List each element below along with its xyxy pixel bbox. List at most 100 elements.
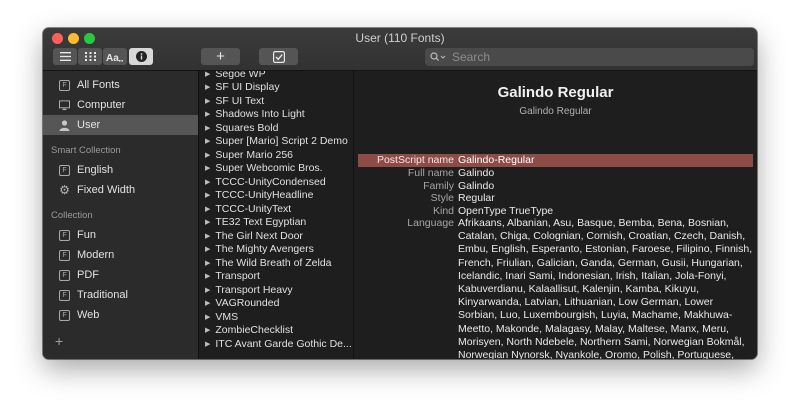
sidebar: F All Fonts Computer User Smart Collecti… [43,71,199,359]
validate-font-button[interactable] [259,48,298,65]
font-list-item[interactable]: ▶ The Mighty Avengers [205,243,353,256]
font-list-item[interactable]: ▶ ZombieChecklist [205,324,353,337]
disclosure-triangle-icon[interactable]: ▶ [205,218,210,226]
disclosure-triangle-icon[interactable]: ▶ [205,313,210,321]
disclosure-triangle-icon[interactable]: ▶ [205,83,210,91]
sidebar-item-label: PDF [77,269,99,281]
font-list-item[interactable]: ▶ Segoe WP [205,71,353,80]
disclosure-triangle-icon[interactable]: ▶ [205,110,210,118]
info-icon [135,51,147,62]
font-list-item[interactable]: ▶ SF UI Text [205,94,353,107]
sidebar-item-pdf[interactable]: F PDF [43,265,198,285]
font-list-item[interactable]: ▶ The Wild Breath of Zelda [205,256,353,269]
info-row-family[interactable]: Family Galindo [354,180,757,193]
search-input[interactable] [450,49,744,65]
font-list-item[interactable]: ▶ The Girl Next Door [205,229,353,242]
disclosure-triangle-icon[interactable]: ▶ [205,178,210,186]
font-list-item[interactable]: ▶ Transport [205,270,353,283]
info-row-full-name[interactable]: Full name Galindo [354,167,757,180]
font-list-item[interactable]: ▶ Super Mario 256 [205,148,353,161]
font-family-name: Transport Heavy [215,283,293,296]
info-key: Full name [407,167,454,179]
sidebar-item-english[interactable]: F English [43,160,198,180]
font-family-name: VMS [215,310,239,323]
sidebar-item-fun[interactable]: F Fun [43,225,198,245]
font-list-item[interactable]: ▶ TE32 Text Egyptian [205,216,353,229]
svg-text:Aa: Aa [106,53,119,62]
sample-view-button[interactable] [53,48,77,65]
search-field[interactable] [425,48,754,66]
font-family-name: ITC Avant Garde Gothic De... [215,337,352,350]
font-list-item[interactable]: ▶ ITC Avant Garde Gothic De... [205,337,353,350]
disclosure-triangle-icon[interactable]: ▶ [205,286,210,294]
info-key: PostScript name [376,154,454,166]
collection-header: Collection [51,210,93,221]
font-list-item[interactable]: ▶ TCCC-UnityText [205,202,353,215]
disclosure-triangle-icon[interactable]: ▶ [205,191,210,199]
sidebar-item-modern[interactable]: F Modern [43,245,198,265]
font-list-item[interactable]: ▶ VMS [205,310,353,323]
font-list-item[interactable]: ▶ Super [Mario] Script 2 Demo [205,135,353,148]
disclosure-triangle-icon[interactable]: ▶ [205,232,210,240]
font-family-name: The Girl Next Door [215,229,303,242]
sidebar-item-web[interactable]: F Web [43,305,198,325]
sidebar-item-traditional[interactable]: F Traditional [43,285,198,305]
font-family-name: TE32 Text Egyptian [215,216,307,228]
font-list-item[interactable]: ▶ VAGRounded [205,297,353,310]
gear-icon: ⚙ [59,183,70,197]
font-family-name: Segoe WP [215,71,266,80]
info-row-postscript-name[interactable]: PostScript name Galindo-Regular [358,154,753,167]
disclosure-triangle-icon[interactable]: ▶ [205,245,210,253]
info-value: Galindo [458,167,495,179]
font-family-name: Super Webcomic Bros. [215,162,323,174]
font-list-item[interactable]: ▶ Shadows Into Light [205,108,353,121]
info-view-button[interactable] [129,48,153,65]
disclosure-triangle-icon[interactable]: ▶ [205,164,210,172]
info-row-style[interactable]: Style Regular [354,192,757,205]
sidebar-item-fixed-width[interactable]: ⚙ Fixed Width [43,180,198,200]
font-family-name: Shadows Into Light [215,108,305,120]
info-row-kind[interactable]: Kind OpenType TrueType [354,205,757,218]
disclosure-triangle-icon[interactable]: ▶ [205,326,210,334]
font-list-item[interactable]: ▶ Super Webcomic Bros. [205,162,353,175]
sidebar-item-user[interactable]: User [43,115,198,135]
sidebar-item-label: All Fonts [77,79,120,91]
disclosure-triangle-icon[interactable]: ▶ [205,340,210,348]
disclosure-triangle-icon[interactable]: ▶ [205,124,210,132]
sidebar-item-all-fonts[interactable]: F All Fonts [43,75,198,95]
add-font-button[interactable]: + [201,48,240,65]
font-list-item[interactable]: ▶ TCCC-UnityCondensed [205,175,353,188]
font-list-item[interactable]: ▶ SF UI Display [205,81,353,94]
font-family-name: Squares Bold [215,121,279,134]
font-family-name: ZombieChecklist [215,324,293,336]
disclosure-triangle-icon[interactable]: ▶ [205,137,210,145]
disclosure-triangle-icon[interactable]: ▶ [205,272,210,280]
info-value: OpenType TrueType [458,204,554,217]
preview-view-button[interactable]: Aa [103,48,127,65]
font-book-icon: F [59,79,70,91]
disclosure-triangle-icon[interactable]: ▶ [205,151,210,159]
sidebar-item-label: Traditional [77,289,128,301]
font-book-icon: F [59,289,70,301]
info-key-language: Language [407,217,454,229]
disclosure-triangle-icon[interactable]: ▶ [205,97,210,105]
list-lines-icon [59,52,71,61]
disclosure-triangle-icon[interactable]: ▶ [205,71,210,78]
user-icon [59,119,70,131]
font-list-item[interactable]: ▶ Squares Bold [205,121,353,134]
info-key: Style [430,192,454,204]
info-key: Family [423,179,454,192]
disclosure-triangle-icon[interactable]: ▶ [205,259,210,267]
add-collection-button[interactable]: + [55,333,63,349]
info-key: Kind [432,204,454,217]
font-list-item[interactable]: ▶ TCCC-UnityHeadline [205,189,353,202]
computer-icon [59,99,70,111]
font-family-name: TCCC-UnityHeadline [215,189,314,201]
font-list-item[interactable]: ▶ Transport Heavy [205,283,353,296]
disclosure-triangle-icon[interactable]: ▶ [205,299,210,307]
sidebar-item-label: Fun [77,229,96,241]
disclosure-triangle-icon[interactable]: ▶ [205,205,210,213]
grid-view-button[interactable] [78,48,102,65]
sidebar-item-computer[interactable]: Computer [43,95,198,115]
font-book-icon: F [59,269,70,281]
